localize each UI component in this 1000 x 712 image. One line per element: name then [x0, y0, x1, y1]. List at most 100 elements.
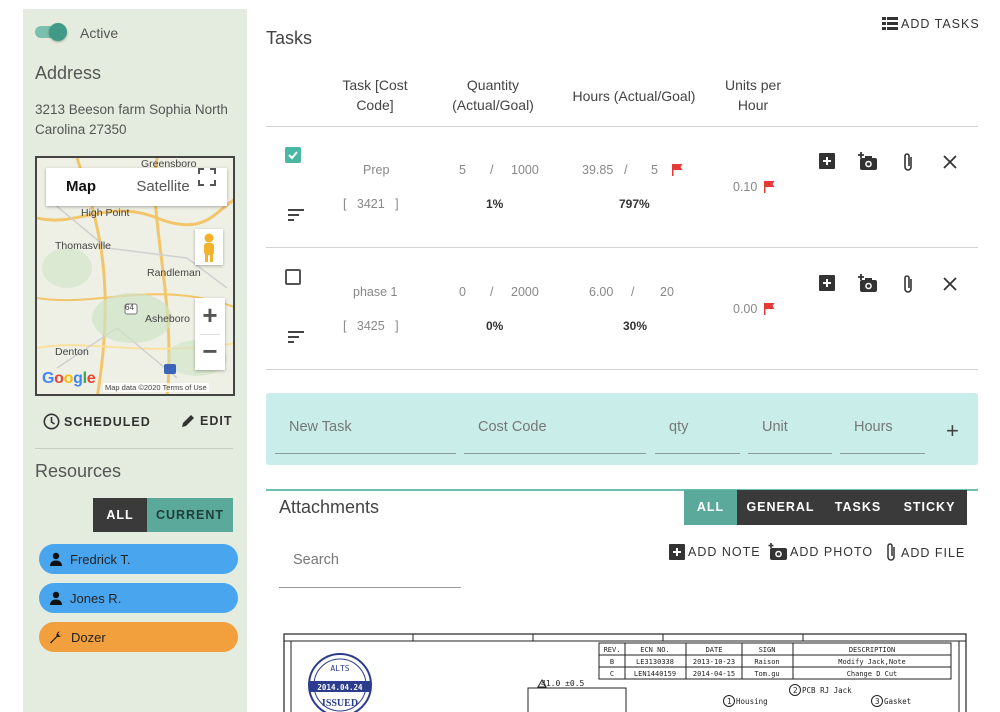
revision-table-cell: LEN1440159 [634, 670, 676, 678]
attachments-filter-all[interactable]: ALL [684, 490, 737, 525]
add-file-button[interactable]: ADD FILE [885, 543, 965, 563]
resource-chip[interactable]: Fredrick T. [39, 544, 238, 574]
header-units-per-hour: Units per Hour [724, 77, 782, 113]
flag-icon [764, 181, 775, 193]
task-checkbox[interactable] [285, 147, 301, 163]
toggle-knob [49, 23, 67, 41]
new-task-form: New Task Cost Code qty Unit Hours [266, 393, 978, 465]
qty-actual: 0 [459, 285, 466, 299]
add-tasks-button[interactable]: ADD TASKS [882, 17, 980, 31]
route-shield: 64 [125, 303, 134, 312]
search-placeholder: Search [293, 552, 339, 568]
revision-table-cell: C [610, 670, 614, 678]
hours-goal: 20 [660, 285, 674, 299]
resource-name: Jones R. [70, 590, 122, 606]
technical-drawing: REV. ECN NO. DATE SIGN DESCRIPTION B LE3130338… [283, 633, 967, 712]
resources-heading: Resources [35, 461, 122, 481]
zoom-in-button[interactable]: + [195, 298, 225, 334]
task-cost-code: [ 3425 ] [343, 319, 399, 333]
clock-icon [43, 413, 60, 430]
flag-icon [764, 303, 775, 315]
street-view-pegman-icon[interactable] [195, 229, 223, 265]
sort-lines-icon[interactable] [288, 331, 304, 343]
resource-name: Fredrick T. [70, 551, 131, 567]
new-task-name-field[interactable]: New Task [275, 393, 456, 465]
cost-code-placeholder: Cost Code [478, 419, 547, 435]
attachments-filter-sticky[interactable]: STICKY [892, 490, 967, 525]
resources-filter-current[interactable]: CURRENT [147, 498, 233, 532]
check-icon [288, 151, 298, 160]
unit-placeholder: Unit [762, 419, 788, 435]
new-task-name-placeholder: New Task [289, 419, 352, 435]
person-icon [50, 552, 62, 566]
attach-file-icon[interactable] [898, 273, 920, 295]
map-terms-link[interactable]: Terms of Use [163, 383, 207, 392]
attach-file-icon[interactable] [898, 151, 920, 173]
satellite-tab[interactable]: Satellite [123, 168, 203, 206]
add-photo-icon [768, 543, 787, 560]
map-data-text: Map data ©2020 [105, 383, 161, 392]
person-icon [50, 591, 62, 605]
hours-separator: / [631, 285, 635, 299]
revision-table-header: REV. [604, 646, 621, 654]
callout-label: 2 PCB RJ Jack [793, 686, 852, 695]
add-photo-icon[interactable] [857, 273, 879, 295]
list-icon [882, 17, 898, 30]
revision-table-cell: Tom.gu [754, 670, 779, 678]
edit-button[interactable]: EDIT [180, 413, 232, 429]
app: Active Address 3213 Beeson farm Sophia N… [0, 0, 1000, 712]
attachment-preview-drawing[interactable]: REV. ECN NO. DATE SIGN DESCRIPTION B LE3130338… [283, 633, 967, 712]
task-checkbox[interactable] [285, 269, 301, 285]
attachments-filter-general[interactable]: GENERAL [737, 490, 824, 525]
resource-chip[interactable]: Jones R. [39, 583, 238, 613]
new-task-cost-code-field[interactable]: Cost Code [464, 393, 646, 465]
attachments-filter-tasks[interactable]: TASKS [824, 490, 892, 525]
add-photo-button[interactable]: ADD PHOTO [768, 543, 873, 561]
active-toggle[interactable] [35, 23, 69, 41]
qty-separator: / [490, 285, 494, 299]
map-city-label: Denton [55, 346, 89, 358]
add-task-plus-button[interactable]: + [946, 418, 959, 444]
add-photo-icon[interactable] [857, 151, 879, 173]
qty-placeholder: qty [669, 419, 689, 435]
revision-table-cell: LE3130338 [636, 658, 674, 666]
zoom-control: + − [195, 298, 225, 370]
revision-table-cell: Modify Jack,Note [838, 658, 905, 666]
qty-separator: / [490, 163, 494, 177]
new-task-hours-field[interactable]: Hours [840, 393, 925, 465]
attachments-search-input[interactable]: Search [279, 538, 461, 588]
resource-chip[interactable]: Dozer [39, 622, 238, 652]
edit-label: EDIT [200, 414, 233, 428]
new-task-qty-field[interactable]: qty [655, 393, 740, 465]
close-icon[interactable] [939, 273, 961, 295]
add-file-label: ADD FILE [901, 546, 966, 560]
revision-table-header: DESCRIPTION [849, 646, 895, 654]
scheduled-button[interactable]: SCHEDULED [43, 413, 151, 430]
map-city-label: High Point [81, 207, 130, 219]
hours-separator: / [624, 163, 628, 177]
paperclip-icon [887, 543, 895, 561]
cost-code-value: 3425 [356, 319, 385, 333]
add-note-button[interactable]: ADD NOTE [668, 543, 761, 561]
add-note-icon[interactable] [817, 151, 839, 173]
location-map[interactable]: Greensboro High Point Thomasville Randle… [35, 156, 235, 396]
qty-goal: 2000 [511, 285, 539, 299]
map-city-label: Thomasville [55, 240, 112, 252]
revision-table-header: SIGN [759, 646, 776, 654]
close-icon[interactable] [939, 151, 961, 173]
active-label: Active [80, 25, 119, 41]
svg-text:ALTS: ALTS [330, 664, 349, 673]
revision-table-header: ECN NO. [640, 646, 670, 654]
new-task-unit-field[interactable]: Unit [748, 393, 832, 465]
header-divider [266, 126, 978, 127]
resources-filter-all[interactable]: ALL [93, 498, 147, 532]
add-note-icon[interactable] [817, 273, 839, 295]
sort-lines-icon[interactable] [288, 209, 304, 221]
map-tab[interactable]: Map [46, 168, 116, 206]
task-cost-code: [ 3421 ] [343, 197, 399, 211]
wrench-icon [50, 631, 62, 643]
units-per-hour-value: 0.10 [733, 180, 758, 194]
row-divider [266, 247, 978, 248]
fullscreen-icon[interactable] [198, 168, 216, 186]
zoom-out-button[interactable]: − [195, 334, 225, 370]
